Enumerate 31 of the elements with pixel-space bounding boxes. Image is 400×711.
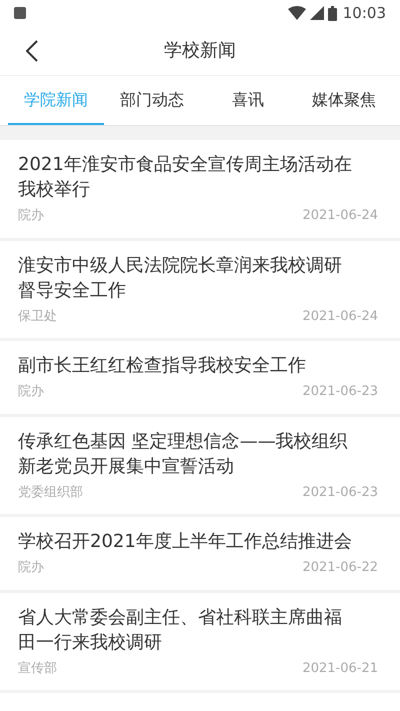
news-item[interactable]: 传承红色基因 坚定理想信念——我校组织新老党员开展集中宣誓活动 党委组织部 2021-06-23	[0, 416, 400, 517]
news-source: 院办	[18, 383, 44, 401]
news-source: 保卫处	[18, 308, 57, 326]
news-date: 2021-06-24	[302, 207, 378, 225]
wifi-icon	[288, 6, 306, 20]
category-tab[interactable]: 喜讯	[200, 76, 296, 125]
back-icon	[26, 40, 38, 62]
news-date: 2021-06-23	[302, 484, 378, 502]
notification-icon	[14, 7, 26, 19]
news-title: 传承红色基因 坚定理想信念——我校组织新老党员开展集中宣誓活动	[18, 430, 349, 478]
category-tab[interactable]: 部门动态	[104, 76, 200, 125]
news-date: 2021-06-24	[302, 308, 378, 326]
news-title: 淮安市中级人民法院院长章润来我校调研督导安全工作	[18, 254, 343, 302]
news-title: 省人大常委会副主任、省社科联主席曲福田一行来我校调研	[18, 606, 343, 654]
news-title: 学校召开2021年度上半年工作总结推进会	[18, 530, 353, 554]
news-date: 2021-06-22	[302, 559, 378, 577]
news-date: 2021-06-23	[302, 383, 378, 401]
news-title: 副市长王红红检查指导我校安全工作	[18, 354, 307, 378]
category-tab[interactable]: 媒体聚焦	[296, 76, 392, 125]
news-source: 院办	[18, 559, 44, 577]
news-item[interactable]: 淮安市中级人民法院院长章润来我校调研督导安全工作 保卫处 2021-06-24	[0, 240, 400, 341]
page-title: 学校新闻	[164, 39, 236, 63]
news-date: 2021-06-21	[302, 660, 378, 678]
news-source: 院办	[18, 207, 44, 225]
news-title: 2021年淮安市食品安全宣传周主场活动在我校举行	[18, 153, 353, 202]
news-source: 宣传部	[18, 660, 57, 678]
battery-icon	[328, 6, 337, 20]
news-item[interactable]: 省人大常委会副主任、省社科联主席曲福田一行来我校调研 宣传部 2021-06-21	[0, 592, 400, 693]
signal-icon	[310, 6, 324, 20]
status-time: 10:03	[342, 2, 386, 24]
news-source: 党委组织部	[18, 484, 83, 502]
